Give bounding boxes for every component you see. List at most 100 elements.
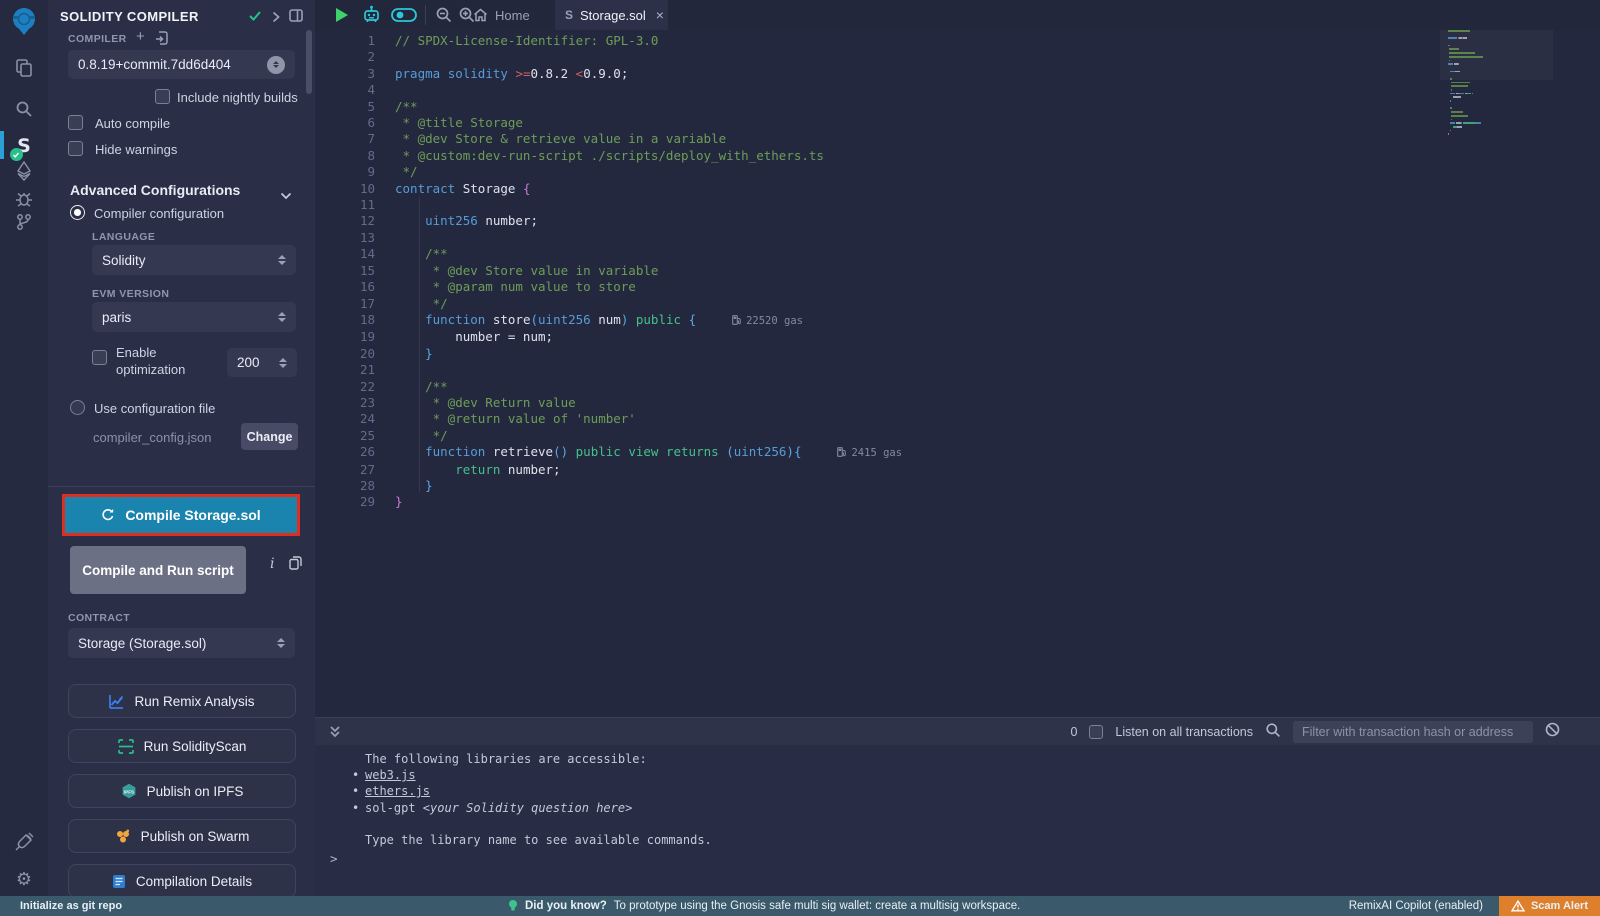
advanced-configurations-title[interactable]: Advanced Configurations [70,182,240,198]
compile-success-check-icon [248,9,262,27]
publish-on-ipfs-button[interactable]: IPFS Publish on IPFS [68,774,296,808]
copy-icon[interactable] [289,556,302,575]
language-select[interactable]: Solidity [92,245,296,275]
hide-warnings-checkbox[interactable] [68,141,83,156]
terminal-prompt[interactable]: > [330,851,338,866]
contract-select[interactable]: Storage (Storage.sol) [68,628,295,658]
code-line[interactable]: 8 * @custom:dev-run-script ./scripts/dep… [315,148,902,164]
minimap-line [1448,100,1545,102]
compilation-details-button[interactable]: Compilation Details [68,864,296,898]
code-line[interactable]: 26 function retrieve() public view retur… [315,444,902,461]
git-init-status[interactable]: Initialize as git repo [20,896,122,916]
pin-panel-icon[interactable] [289,9,303,27]
code-line[interactable]: 21 [315,362,902,378]
code-editor[interactable]: 1// SPDX-License-Identifier: GPL-3.02 3p… [315,30,1600,717]
code-line[interactable]: 17 */ [315,296,902,312]
settings-gear-icon[interactable]: ⚙ [0,868,48,890]
solidity-compiler-icon[interactable]: S [0,132,48,160]
chevron-right-icon[interactable] [272,10,280,28]
info-icon[interactable]: i [270,556,274,572]
copilot-status[interactable]: RemixAI Copilot (enabled) [1349,900,1483,912]
code-line[interactable]: 15 * @dev Store value in variable [315,263,902,279]
code-line[interactable]: 6 * @title Storage [315,115,902,131]
code-line[interactable]: 1// SPDX-License-Identifier: GPL-3.0 [315,33,902,49]
terminal-link[interactable]: web3.js [365,768,416,782]
code-line[interactable]: 29} [315,494,902,510]
deploy-run-icon[interactable] [0,160,48,182]
line-number: 28 [315,478,375,494]
code-line[interactable]: 5/** [315,99,902,115]
code-line[interactable]: 20 } [315,346,902,362]
code-line[interactable]: 25 */ [315,428,902,444]
run-script-play-icon[interactable] [336,8,348,22]
code-line[interactable]: 16 * @param num value to store [315,279,902,295]
transaction-filter-input[interactable] [1293,721,1533,743]
code-line[interactable]: 18 function store(uint256 num) public {2… [315,312,902,329]
listen-all-transactions-checkbox[interactable] [1089,725,1103,739]
publish-on-swarm-button[interactable]: Publish on Swarm [68,819,296,853]
editor-minimap[interactable] [1448,30,1545,510]
expand-terminal-icon[interactable] [329,725,341,744]
code-line[interactable]: 3pragma solidity >=0.8.2 <0.9.0; [315,66,902,82]
minimap-line [1448,93,1545,95]
compiler-version-select[interactable]: 0.8.19+commit.7dd6d404 [68,50,295,79]
run-remix-analysis-button[interactable]: Run Remix Analysis [68,684,296,718]
code-line[interactable]: 14 /** [315,246,902,262]
evm-version-select[interactable]: paris [92,302,296,332]
terminal-line: •web3.js [365,767,712,783]
scam-alert-button[interactable]: Scam Alert [1499,896,1600,916]
lightbulb-icon [508,899,518,913]
compile-button[interactable]: Compile Storage.sol [65,497,297,533]
code-line[interactable]: 13 [315,230,902,246]
chevron-down-icon[interactable] [280,187,292,205]
add-custom-compiler-icon[interactable]: + [136,28,145,45]
terminal-line: Type the library name to see available c… [365,832,712,848]
line-number: 7 [315,131,375,147]
debugger-icon[interactable] [0,188,48,208]
code-line[interactable]: 27 return number; [315,462,902,478]
solidity-compiler-panel: SOLIDITY COMPILER COMPILER + 0.8.19+comm… [48,0,315,896]
file-explorer-icon[interactable] [0,57,48,79]
code-line[interactable]: 28 } [315,478,902,494]
code-line[interactable]: 22 /** [315,379,902,395]
ai-assistant-robot-icon[interactable] [361,5,382,30]
code-line[interactable]: 12 uint256 number; [315,213,902,229]
code-line[interactable]: 7 * @dev Store & retrieve value in a var… [315,131,902,147]
run-solidityscan-button[interactable]: Run SolidityScan [68,729,296,763]
minimap-line [1448,107,1545,109]
line-number: 11 [315,197,375,213]
code-line[interactable]: 10contract Storage { [315,181,902,197]
code-line[interactable]: 23 * @dev Return value [315,395,902,411]
updown-icon [277,638,285,648]
include-nightly-checkbox[interactable] [155,89,170,104]
zoom-out-icon[interactable] [435,6,453,29]
line-number: 2 [315,49,375,65]
use-configuration-file-radio[interactable] [70,400,85,415]
code-line[interactable]: 9 */ [315,164,902,180]
compiler-configuration-radio[interactable] [70,205,85,220]
compile-and-run-script-button[interactable]: Compile and Run script [70,546,246,594]
search-icon[interactable] [0,99,48,119]
optimization-runs-input[interactable]: 200 [227,348,297,377]
plugin-manager-icon[interactable] [0,830,48,852]
line-number: 9 [315,164,375,180]
line-number: 25 [315,428,375,444]
code-line[interactable]: 19 number = num; [315,329,902,345]
git-icon[interactable] [0,212,48,232]
close-tab-icon[interactable]: × [656,7,664,23]
terminal-link[interactable]: ethers.js [365,784,430,798]
code-line[interactable]: 4 [315,82,902,98]
import-compiler-icon[interactable] [155,31,168,50]
remix-logo-icon[interactable] [0,6,48,38]
code-line[interactable]: 11 [315,197,902,213]
auto-compile-checkbox[interactable] [68,115,83,130]
code-line[interactable]: 2 [315,49,902,65]
copilot-toggle-icon[interactable] [391,8,417,27]
tab-storage-sol[interactable]: S Storage.sol × [555,0,668,30]
clear-console-icon[interactable] [1545,722,1560,742]
panel-scrollbar[interactable] [306,30,312,94]
change-config-button[interactable]: Change [241,423,298,450]
code-line[interactable]: 24 * @return value of 'number' [315,411,902,427]
tab-home[interactable]: Home [473,0,530,30]
enable-optimization-checkbox[interactable] [92,350,107,365]
